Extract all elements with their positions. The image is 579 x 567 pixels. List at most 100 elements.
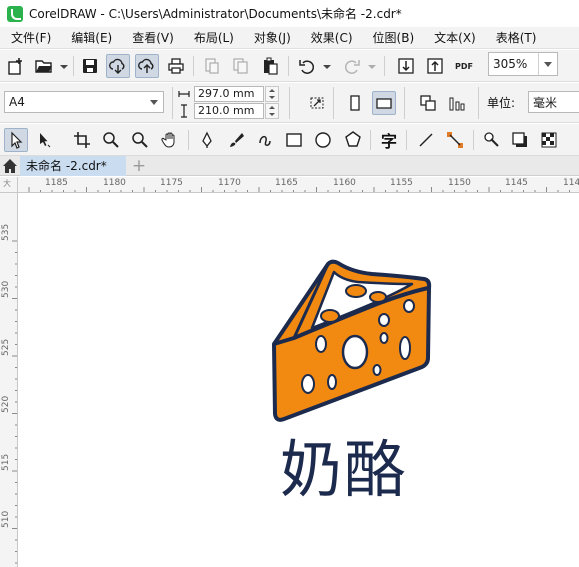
text-tool-icon[interactable]: 字 bbox=[377, 128, 401, 152]
tab-document[interactable]: 未命名 -2.cdr* bbox=[20, 156, 126, 176]
chevron-down-icon[interactable] bbox=[150, 100, 158, 105]
page-height-field[interactable]: 210.0 mm bbox=[194, 103, 264, 119]
export-icon[interactable] bbox=[423, 54, 447, 78]
pick-tool-icon[interactable] bbox=[4, 128, 28, 152]
ruler-label: 510 bbox=[1, 510, 11, 528]
cheese-graphic bbox=[272, 259, 432, 422]
toolbar-separator bbox=[473, 130, 474, 150]
spiral-tool-icon[interactable] bbox=[253, 128, 277, 152]
paste-icon[interactable] bbox=[258, 54, 282, 78]
page-height-spinner[interactable] bbox=[265, 103, 279, 119]
ruler-corner[interactable]: 大 bbox=[0, 177, 18, 193]
text-tool-glyph: 字 bbox=[380, 132, 397, 151]
menu-object[interactable]: 对象(J) bbox=[243, 27, 300, 49]
copy-icon[interactable] bbox=[229, 54, 253, 78]
pdf-label: PDF bbox=[455, 61, 473, 71]
cheese-hole bbox=[399, 336, 411, 360]
zoom-tool-icon[interactable] bbox=[99, 128, 123, 152]
print-icon[interactable] bbox=[164, 54, 188, 78]
ruler-label: 530 bbox=[1, 280, 11, 298]
title-bar: CorelDRAW - C:\Users\Administrator\Docum… bbox=[0, 0, 579, 27]
menu-table[interactable]: 表格(T) bbox=[485, 27, 546, 49]
page-width-spinner[interactable] bbox=[265, 86, 279, 102]
pen-tool-icon[interactable] bbox=[195, 128, 219, 152]
all-pages-icon[interactable] bbox=[416, 91, 440, 115]
toolbar-separator bbox=[288, 56, 289, 76]
portrait-icon[interactable] bbox=[343, 91, 367, 115]
undo-icon[interactable] bbox=[295, 54, 319, 78]
import-icon[interactable] bbox=[394, 54, 418, 78]
ruler-label: 1160 bbox=[333, 178, 356, 188]
toolbar-separator bbox=[406, 130, 407, 150]
cut-icon[interactable] bbox=[200, 54, 224, 78]
publish-pdf-icon[interactable]: PDF bbox=[452, 54, 476, 78]
current-page-icon[interactable] bbox=[445, 91, 469, 115]
landscape-icon[interactable] bbox=[372, 91, 396, 115]
cheese-hole bbox=[301, 374, 315, 394]
home-icon[interactable] bbox=[2, 158, 18, 174]
coreldraw-logo-icon bbox=[7, 5, 23, 22]
menu-layout[interactable]: 布局(L) bbox=[183, 27, 243, 49]
transparency-tool-icon[interactable] bbox=[537, 128, 561, 152]
save-icon[interactable] bbox=[78, 54, 102, 78]
pan-tool-icon[interactable] bbox=[158, 128, 182, 152]
menu-bar: 文件(F) 编辑(E) 查看(V) 布局(L) 对象(J) 效果(C) 位图(B… bbox=[0, 27, 579, 49]
cloud-export-icon[interactable] bbox=[135, 54, 159, 78]
line-tool-icon[interactable] bbox=[414, 128, 438, 152]
undo-dropdown-arrow-icon[interactable] bbox=[323, 65, 331, 69]
zoom-level-value: 305% bbox=[493, 57, 528, 71]
menu-edit[interactable]: 编辑(E) bbox=[60, 27, 121, 49]
ruler-label: 535 bbox=[1, 223, 11, 241]
ruler-label: 515 bbox=[1, 453, 11, 471]
menu-text[interactable]: 文本(X) bbox=[423, 27, 485, 49]
shadow-tool-icon[interactable] bbox=[508, 128, 532, 152]
ruler-label: 1170 bbox=[218, 178, 241, 188]
page-size-select[interactable]: A4 bbox=[4, 91, 164, 113]
toolbar-separator bbox=[478, 87, 479, 119]
page-height-icon bbox=[178, 104, 190, 118]
ruler-label: 1185 bbox=[45, 178, 68, 188]
menu-effects[interactable]: 效果(C) bbox=[300, 27, 362, 49]
ellipse-tool-icon[interactable] bbox=[311, 128, 335, 152]
cheese-caption[interactable]: 奶酪 bbox=[280, 432, 410, 507]
new-tab-button[interactable]: + bbox=[130, 157, 148, 175]
connector-tool-icon[interactable] bbox=[443, 128, 467, 152]
open-dropdown-arrow-icon[interactable] bbox=[60, 65, 68, 69]
horizontal-ruler[interactable]: 1185 1180 1175 1170 1165 1160 1155 1150 … bbox=[18, 177, 579, 193]
chevron-down-icon[interactable] bbox=[544, 62, 552, 67]
page-width-field[interactable]: 297.0 mm bbox=[194, 86, 264, 102]
toolbar-separator bbox=[188, 130, 189, 150]
menu-file[interactable]: 文件(F) bbox=[0, 27, 60, 49]
cheese-hole bbox=[345, 284, 367, 298]
ruler-label: 525 bbox=[1, 338, 11, 356]
shape-tool-icon[interactable] bbox=[33, 128, 57, 152]
toolbar-separator bbox=[404, 87, 405, 119]
units-select[interactable]: 毫米 bbox=[528, 91, 579, 113]
zoom-out-tool-icon[interactable] bbox=[128, 128, 152, 152]
zoom-level-combo[interactable]: 305% bbox=[488, 52, 558, 76]
rectangle-tool-icon[interactable] bbox=[282, 128, 306, 152]
ruler-label: 1145 bbox=[505, 178, 528, 188]
all-pages-size-icon[interactable] bbox=[305, 91, 329, 115]
polygon-tool-icon[interactable] bbox=[341, 128, 365, 152]
toolbar-separator bbox=[289, 87, 290, 119]
toolbar-separator bbox=[370, 130, 371, 150]
menu-bitmaps[interactable]: 位图(B) bbox=[362, 27, 424, 49]
ruler-label: 1175 bbox=[160, 178, 183, 188]
crop-tool-icon[interactable] bbox=[70, 128, 94, 152]
window-title: CorelDRAW - C:\Users\Administrator\Docum… bbox=[29, 7, 402, 21]
open-folder-icon[interactable] bbox=[32, 54, 56, 78]
vertical-ruler[interactable]: 535 530 525 520 515 510 bbox=[0, 193, 18, 567]
menu-view[interactable]: 查看(V) bbox=[121, 27, 183, 49]
toolbar-separator bbox=[172, 87, 173, 119]
cheese-hole bbox=[379, 332, 389, 344]
brush-tool-icon[interactable] bbox=[224, 128, 248, 152]
cloud-import-icon[interactable] bbox=[106, 54, 130, 78]
new-document-icon[interactable] bbox=[4, 54, 28, 78]
toolbox: 字 bbox=[0, 124, 579, 156]
cheese-icon[interactable] bbox=[272, 258, 432, 424]
ruler-label: 1165 bbox=[275, 178, 298, 188]
redo-icon[interactable] bbox=[340, 54, 364, 78]
redo-dropdown-arrow-icon[interactable] bbox=[368, 65, 376, 69]
eyedropper-tool-icon[interactable] bbox=[480, 128, 504, 152]
